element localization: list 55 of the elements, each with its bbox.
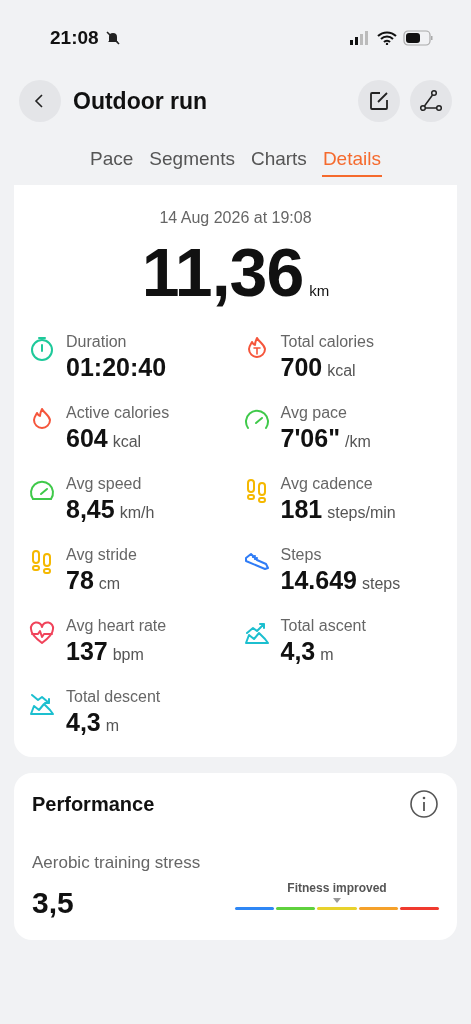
metric-label: Avg cadence [280,475,374,493]
metric-unit: m [105,717,120,735]
metric-label: Avg stride [66,546,137,564]
metric-label: Total calories [280,333,374,351]
workout-date: 14 Aug 2026 at 19:08 [158,209,313,227]
metric-value: 7'06" [280,424,340,453]
metric-value: 4,3 [66,708,101,737]
metric-value: 604 [66,424,108,453]
metric-label: Total descent [66,688,161,706]
metric-unit: kcal [112,433,142,451]
metric-label: Avg speed [66,475,143,493]
distance-value: 11,36 [141,233,304,311]
metric-unit: steps/min [327,504,396,522]
battery-icon [403,30,433,46]
status-time: 21:08 [50,27,99,49]
metric-unit: km/h [119,504,155,522]
metric-label: Steps [280,546,323,564]
edit-icon [368,90,390,112]
tab[interactable]: Pace [89,144,135,177]
metric-unit: m [320,646,334,664]
metric-label: Aerobic training stress [32,853,202,873]
page-title: Outdoor run [73,87,208,115]
metric-value: 3,5 [32,886,74,920]
metric-value: 137 [66,637,108,666]
route-button[interactable] [410,80,452,122]
metric-unit: bpm [112,646,144,664]
timer-icon [28,335,56,363]
metric-label: Duration [66,333,128,351]
tab[interactable]: Segments [148,144,236,177]
metric-unit: kcal [327,362,356,380]
metric-value: 14.649 [280,566,357,595]
route-icon [419,89,443,113]
heart-icon [28,619,56,647]
metric-value: 4,3 [280,637,316,666]
signal-icon [349,31,371,45]
section-title: Performance [32,792,155,816]
metric-unit: cm [98,575,121,593]
tab[interactable]: Charts [249,144,308,177]
metric-value: 01:20:40 [66,353,167,382]
metric-value: 78 [66,566,94,595]
metric-value: 700 [280,353,323,382]
metric-unit: /km [345,433,371,451]
metric-label: Active calories [66,404,170,422]
metric-unit: steps [361,575,401,593]
distance-unit: km [309,282,330,299]
info-icon[interactable] [409,789,439,819]
metric-label: Avg pace [280,404,348,422]
metric-label: Total ascent [280,617,366,635]
metric-value: 8,45 [66,495,115,524]
wifi-icon [377,31,397,45]
metric-value: 181 [280,495,323,524]
scale-label: Fitness improved [286,881,388,895]
edit-button[interactable] [358,80,400,122]
metric-label: Avg heart rate [66,617,167,635]
bell-muted-icon [104,30,121,46]
